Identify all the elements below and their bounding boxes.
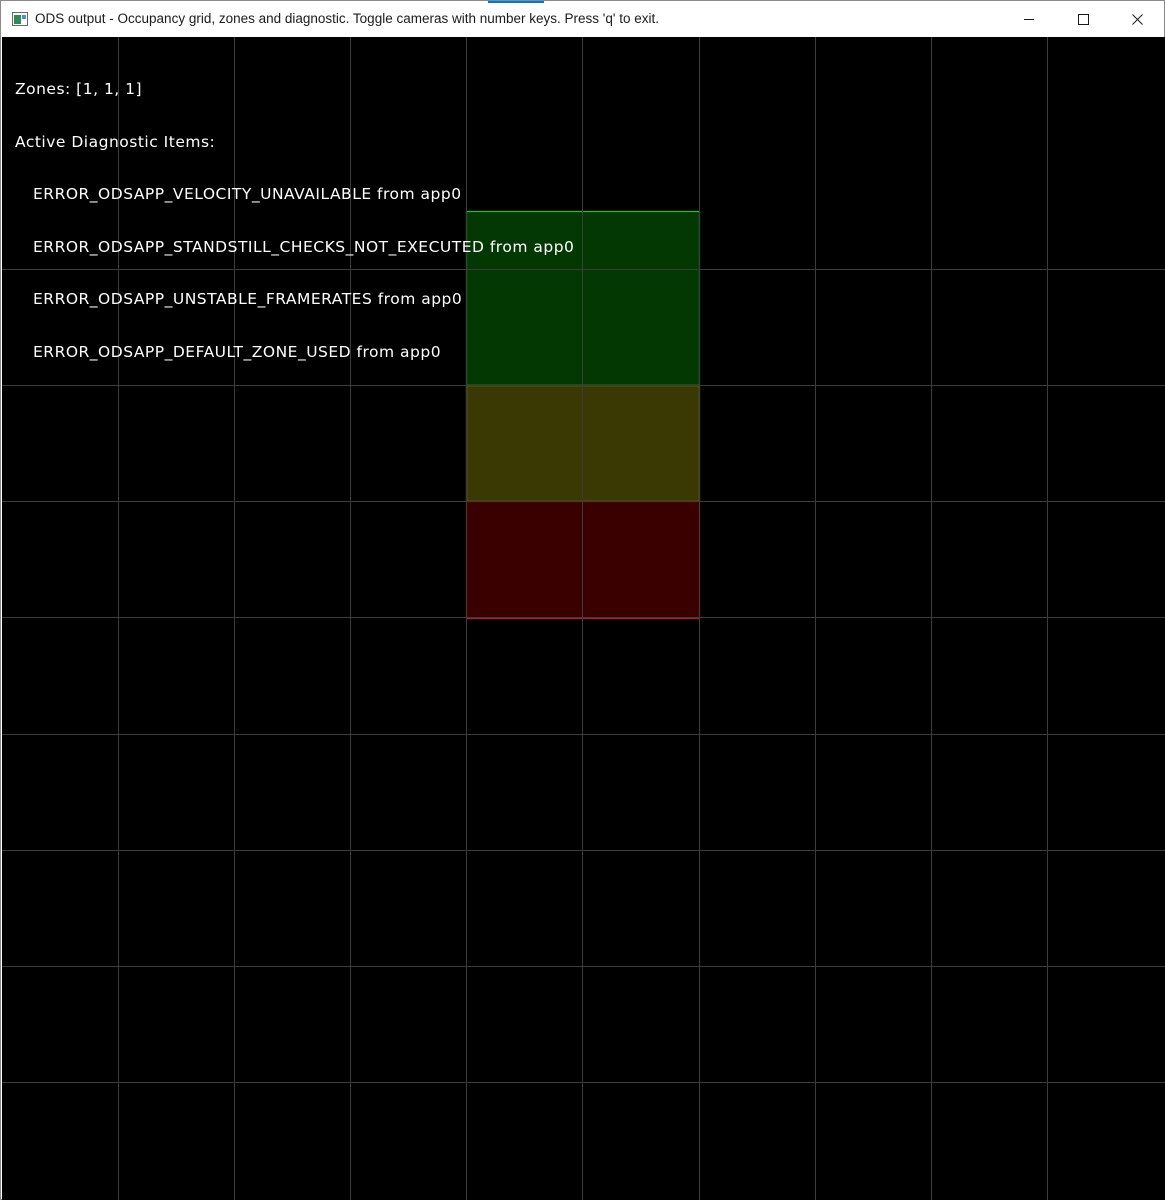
diagnostic-item: ERROR_ODSAPP_VELOCITY_UNAVAILABLE from a… xyxy=(33,185,462,203)
diagnostic-item: ERROR_ODSAPP_UNSTABLE_FRAMERATES from ap… xyxy=(33,290,463,308)
window-title: ODS output - Occupancy grid, zones and d… xyxy=(35,11,659,26)
app-window: ODS output - Occupancy grid, zones and d… xyxy=(0,0,1165,1200)
diagnostic-overlay: Zones: [1, 1, 1] Active Diagnostic Items… xyxy=(15,46,574,396)
app-icon[interactable] xyxy=(12,12,28,26)
maximize-button[interactable] xyxy=(1056,1,1110,37)
title-bar[interactable]: ODS output - Occupancy grid, zones and d… xyxy=(1,1,1164,37)
minimize-icon xyxy=(1023,14,1035,25)
zones-status: Zones: [1, 1, 1] xyxy=(15,80,143,98)
minimize-button[interactable] xyxy=(1002,1,1056,37)
diagnostic-item: ERROR_ODSAPP_STANDSTILL_CHECKS_NOT_EXECU… xyxy=(33,237,575,256)
occupancy-grid-canvas: Zones: [1, 1, 1] Active Diagnostic Items… xyxy=(2,37,1165,1200)
maximize-icon xyxy=(1077,13,1089,25)
title-accent xyxy=(488,1,544,3)
close-icon xyxy=(1131,13,1143,25)
close-button[interactable] xyxy=(1110,1,1164,37)
diagnostic-item: ERROR_ODSAPP_DEFAULT_ZONE_USED from app0 xyxy=(33,342,442,361)
diagnostics-heading: Active Diagnostic Items: xyxy=(15,132,216,151)
